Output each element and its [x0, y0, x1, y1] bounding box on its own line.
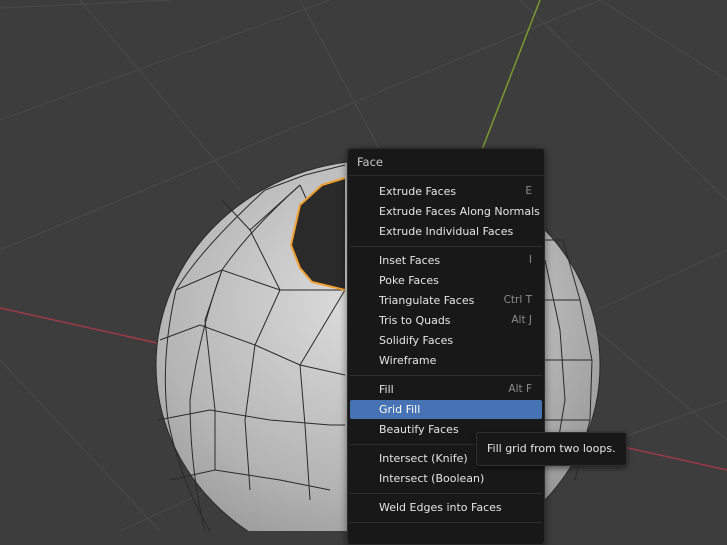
menu-item-label: Inset Faces [379, 254, 441, 267]
menu-item-extrude-faces-along-normals[interactable]: Extrude Faces Along Normals [350, 202, 542, 221]
menu-item-grid-fill[interactable]: Grid Fill [350, 400, 542, 419]
menu-item-shortcut: Ctrl T [503, 294, 532, 306]
menu-item-label: Extrude Faces [379, 185, 457, 198]
menu-item-label: Grid Fill [379, 403, 421, 416]
menu-item-weld-edges-into-faces[interactable]: Weld Edges into Faces [350, 498, 542, 517]
menu-item-inset-faces[interactable]: Inset Faces I [350, 251, 542, 270]
menu-item-wireframe[interactable]: Wireframe [350, 351, 542, 370]
menu-item-label: Extrude Faces Along Normals [379, 205, 540, 218]
grid-fill-tooltip: Fill grid from two loops. [476, 432, 627, 466]
menu-item-label: Extrude Individual Faces [379, 225, 514, 238]
menu-item-label: Intersect (Boolean) [379, 472, 485, 485]
menu-item-label: Beautify Faces [379, 423, 459, 436]
menu-item-extrude-faces[interactable]: Extrude Faces E [350, 182, 542, 201]
menu-item-label: Weld Edges into Faces [379, 501, 502, 514]
menu-item-poke-faces[interactable]: Poke Faces [350, 271, 542, 290]
menu-separator [350, 375, 542, 376]
menu-item-label: Solidify Faces [379, 334, 454, 347]
menu-item-fill[interactable]: Fill Alt F [350, 380, 542, 399]
menu-item-label: Poke Faces [379, 274, 439, 287]
menu-item-shortcut: Alt J [511, 314, 532, 326]
menu-item-shortcut: Alt F [508, 383, 532, 395]
menu-item-label: Wireframe [379, 354, 437, 367]
menu-separator [350, 246, 542, 247]
menu-item-shortcut: E [525, 185, 532, 197]
menu-item-triangulate-faces[interactable]: Triangulate Faces Ctrl T [350, 291, 542, 310]
menu-item-solidify-faces[interactable]: Solidify Faces [350, 331, 542, 350]
menu-separator [350, 493, 542, 494]
menu-item-label: Triangulate Faces [379, 294, 475, 307]
menu-item-extrude-individual-faces[interactable]: Extrude Individual Faces [350, 222, 542, 241]
menu-item-label: Tris to Quads [379, 314, 451, 327]
menu-title: Face [348, 149, 544, 176]
menu-separator [350, 522, 542, 523]
menu-item-shortcut: I [528, 254, 532, 266]
menu-item-label: Intersect (Knife) [379, 452, 468, 465]
menu-item-label: Fill [379, 383, 394, 396]
face-context-menu: Face Extrude Faces E Extrude Faces Along… [347, 148, 545, 545]
menu-item-intersect-boolean[interactable]: Intersect (Boolean) [350, 469, 542, 488]
menu-item-tris-to-quads[interactable]: Tris to Quads Alt J [350, 311, 542, 330]
